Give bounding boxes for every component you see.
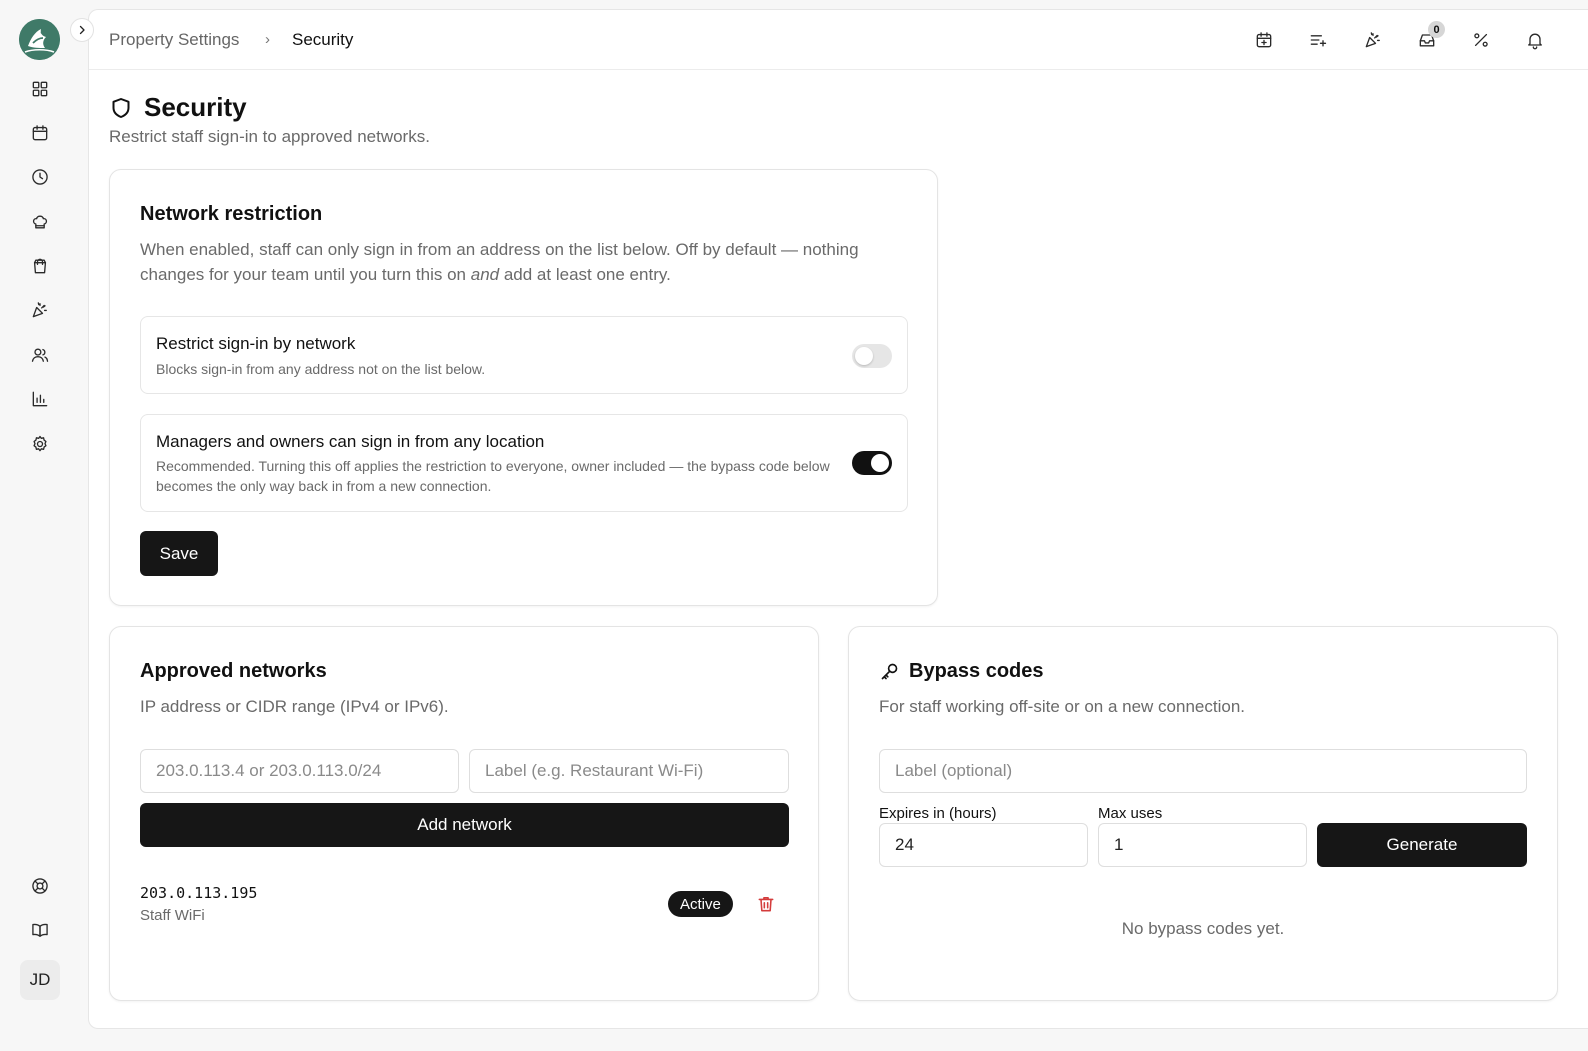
network-restriction-card: Network restriction When enabled, staff … [109, 169, 938, 606]
breadcrumb-separator: › [265, 31, 270, 48]
restrict-signin-title: Restrict sign-in by network [156, 334, 356, 353]
toggle-knob [871, 454, 889, 472]
add-network-button[interactable]: Add network [140, 803, 789, 847]
status-badge: Active [668, 891, 733, 917]
managers-bypass-desc: Recommended. Turning this off applies th… [156, 458, 830, 494]
calendar-plus-icon [1256, 32, 1272, 48]
party-popper-icon [32, 302, 47, 318]
bird-logo-icon [19, 19, 60, 60]
shopping-bag-icon [33, 258, 47, 274]
max-uses-label: Max uses [1098, 805, 1163, 822]
key-icon [881, 663, 898, 680]
grid-icon [32, 81, 48, 97]
expires-hours-input[interactable] [879, 823, 1088, 867]
desc-emphasis: and [470, 265, 500, 284]
clock-icon [32, 169, 48, 185]
network-address-input[interactable] [140, 749, 459, 793]
nav-calendar[interactable] [24, 117, 56, 149]
nav-dashboard[interactable] [24, 73, 56, 105]
user-initials: JD [29, 970, 51, 989]
life-buoy-icon [32, 878, 48, 894]
bypass-codes-title: Bypass codes [909, 660, 1044, 682]
calendar-add-button[interactable] [1251, 27, 1277, 53]
nav-history[interactable] [24, 161, 56, 193]
page-title: Security [144, 92, 247, 122]
network-label-input[interactable] [469, 749, 789, 793]
save-button[interactable]: Save [140, 531, 218, 576]
bypass-codes-card: Bypass codes For staff working off-site … [848, 626, 1558, 1001]
inbox-button[interactable]: 0 [1414, 21, 1445, 53]
network-restriction-title: Network restriction [140, 203, 323, 225]
app-logo[interactable] [19, 19, 60, 60]
approved-networks-desc: IP address or CIDR range (IPv4 or IPv6). [140, 697, 449, 716]
page-subtitle: Restrict staff sign-in to approved netwo… [109, 127, 430, 146]
open-book-icon [32, 923, 48, 937]
shield-icon [112, 97, 130, 118]
network-restriction-desc: When enabled, staff can only sign in fro… [140, 237, 910, 287]
nav-reports[interactable] [24, 383, 56, 415]
users-icon [31, 348, 49, 362]
nav-support[interactable] [24, 870, 56, 902]
bypass-codes-desc: For staff working off-site or on a new c… [879, 697, 1246, 716]
top-bar: Property Settings › Security 0 [89, 10, 1588, 70]
add-to-list-button[interactable] [1305, 27, 1331, 53]
gear-icon [33, 435, 47, 452]
approved-networks-card: Approved networks IP address or CIDR ran… [109, 626, 819, 1001]
nav-kitchen[interactable] [24, 206, 56, 238]
trash-icon [758, 896, 774, 912]
approved-networks-title: Approved networks [140, 660, 327, 682]
empty-state-message: No bypass codes yet. [1121, 919, 1285, 938]
nav-orders[interactable] [24, 250, 56, 282]
offers-button[interactable] [1468, 27, 1494, 53]
expires-label: Expires in (hours) [879, 805, 997, 822]
sidebar-toggle-button[interactable] [70, 18, 94, 42]
events-button[interactable] [1360, 27, 1386, 53]
nav-docs[interactable] [24, 914, 56, 946]
nav-events[interactable] [24, 294, 56, 326]
bypass-codes-header: Bypass codes [879, 660, 1044, 683]
party-popper-icon [1365, 32, 1380, 48]
user-avatar[interactable]: JD [20, 960, 60, 1000]
restrict-signin-toggle[interactable] [852, 344, 892, 368]
network-label: Staff WiFi [140, 907, 205, 924]
delete-network-button[interactable] [755, 893, 777, 915]
toggle-knob [855, 347, 873, 365]
page-header: Security [109, 92, 247, 123]
managers-bypass-toggle[interactable] [852, 451, 892, 475]
inbox-count-badge: 0 [1428, 21, 1445, 38]
desc-text-end: add at least one entry. [499, 265, 671, 284]
network-ip: 203.0.113.195 [140, 884, 258, 902]
restrict-signin-row: Restrict sign-in by network Blocks sign-… [140, 316, 908, 394]
chef-hat-icon [32, 215, 48, 229]
generate-button[interactable]: Generate [1317, 823, 1527, 867]
restrict-signin-desc: Blocks sign-in from any address not on t… [156, 361, 486, 377]
managers-bypass-row: Managers and owners can sign in from any… [140, 414, 908, 512]
breadcrumb-current: Security [292, 30, 354, 49]
sidebar: JD [0, 0, 80, 1051]
notifications-button[interactable] [1522, 27, 1548, 53]
chevron-right-icon [79, 25, 85, 35]
managers-bypass-title: Managers and owners can sign in from any… [156, 432, 545, 451]
nav-settings[interactable] [24, 428, 56, 460]
max-uses-input[interactable] [1098, 823, 1307, 867]
breadcrumb-parent[interactable]: Property Settings [109, 30, 239, 50]
calendar-icon [32, 125, 48, 141]
bell-icon [1528, 33, 1542, 50]
bar-chart-icon [32, 391, 48, 407]
main-panel: Property Settings › Security 0 Security … [88, 9, 1588, 1029]
bypass-label-input[interactable] [879, 749, 1527, 793]
percent-icon [1474, 33, 1488, 47]
list-plus-icon [1310, 35, 1327, 47]
nav-staff[interactable] [24, 339, 56, 371]
